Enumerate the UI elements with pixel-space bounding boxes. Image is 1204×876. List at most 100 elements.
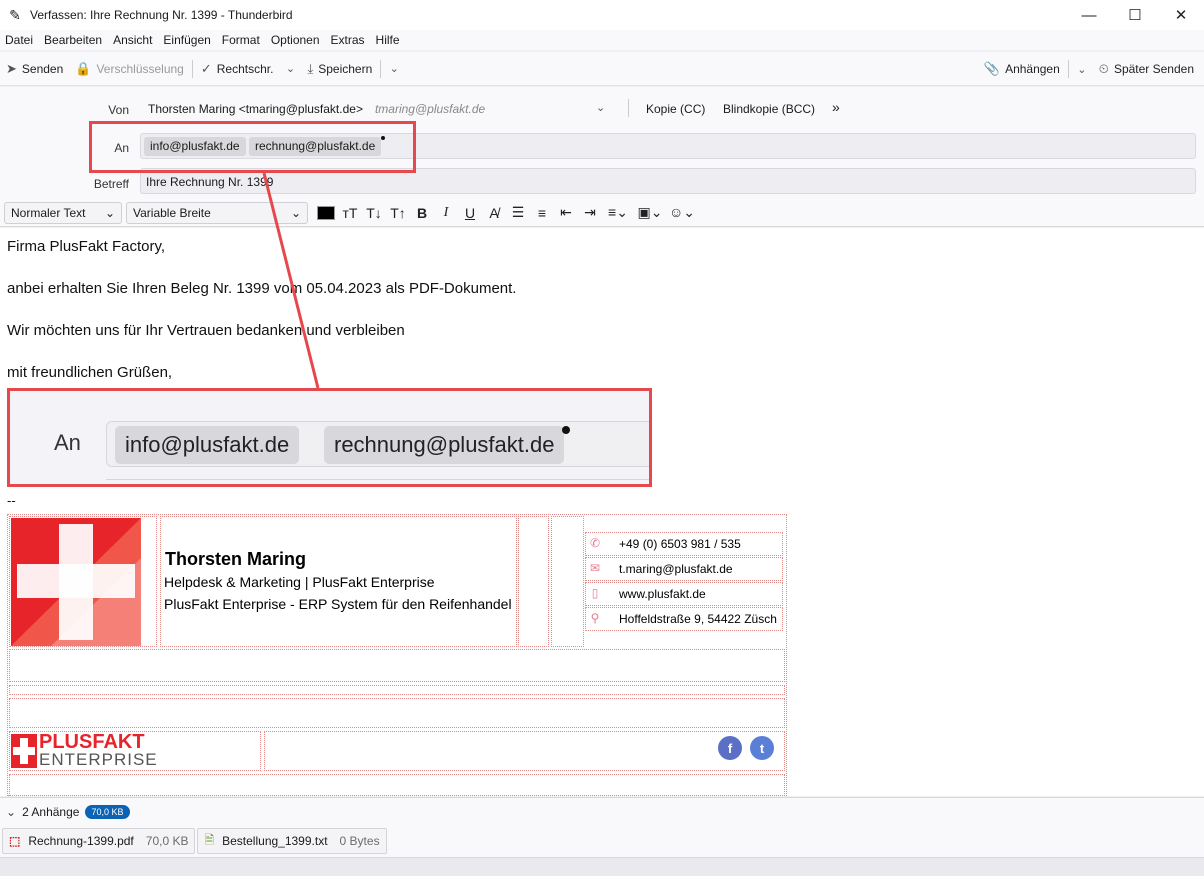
- attachment-list: ⬚ Rechnung-1399.pdf 70,0 KB 🗎 Bestellung…: [0, 825, 1204, 857]
- bullet-list-icon[interactable]: ☰: [506, 202, 530, 224]
- zoom-field-edge: [106, 479, 649, 480]
- bold-icon[interactable]: B: [410, 202, 434, 224]
- menu-optionen[interactable]: Optionen: [271, 33, 320, 47]
- lock-icon: 🔒: [75, 60, 92, 76]
- send-button[interactable]: ➤ Senden: [0, 56, 69, 82]
- signature-phone: +49 (0) 6503 981 / 535: [619, 537, 741, 551]
- mail-icon: ✉: [589, 561, 601, 575]
- swiss-cross-logo: [11, 518, 141, 646]
- signature-company: PlusFakt Enterprise - ERP System für den…: [164, 596, 512, 612]
- spellcheck-button[interactable]: ✓ Rechtschr.: [195, 56, 280, 82]
- from-value: Thorsten Maring <tmaring@plusfakt.de>: [148, 102, 363, 116]
- zoom-to-label: An: [54, 430, 81, 455]
- toolbar-separator: [191, 59, 193, 78]
- save-button[interactable]: ⤓ Speichern: [301, 56, 378, 82]
- spacer-row: [9, 774, 785, 796]
- paperclip-icon: 📎: [983, 61, 1001, 76]
- format-toolbar: Normaler Text ⌄ Variable Breite ⌄ ᴛT T↓ …: [0, 199, 1204, 227]
- body-greeting: Firma PlusFakt Factory,: [7, 238, 166, 255]
- remove-format-icon[interactable]: A̸: [482, 202, 506, 224]
- spacer-row: [9, 698, 785, 728]
- attach-dropdown-icon[interactable]: ⌄: [1071, 56, 1093, 82]
- phone-icon: ✆: [589, 536, 601, 550]
- clock-icon: ⏲: [1098, 61, 1109, 76]
- emoji-icon[interactable]: ☺⌄: [666, 202, 698, 224]
- spellcheck-dropdown-icon[interactable]: ⌄: [279, 56, 301, 82]
- message-body[interactable]: Firma PlusFakt Factory, anbei erhalten S…: [0, 228, 1204, 796]
- outdent-icon[interactable]: ⇤: [554, 202, 578, 224]
- chevron-down-icon: ⌄: [290, 205, 301, 220]
- pdf-icon: ⬚: [9, 834, 21, 848]
- italic-icon[interactable]: I: [434, 202, 458, 224]
- from-label: Von: [108, 103, 129, 117]
- underline-icon[interactable]: U: [458, 202, 482, 224]
- attach-button[interactable]: 📎 Anhängen: [978, 56, 1066, 82]
- zoom-to-field: info@plusfakt.de rechnung@plusfakt.de: [106, 421, 649, 467]
- save-dropdown-icon[interactable]: ⌄: [383, 56, 405, 82]
- signature-role: Helpdesk & Marketing | PlusFakt Enterpri…: [164, 574, 435, 590]
- attachment-item[interactable]: ⬚ Rechnung-1399.pdf 70,0 KB: [2, 828, 196, 854]
- menu-einfuegen[interactable]: Einfügen: [163, 33, 210, 47]
- facebook-icon[interactable]: f: [718, 736, 742, 760]
- cc-button[interactable]: Kopie (CC): [646, 102, 705, 116]
- spacer-row: [9, 685, 785, 695]
- signature-table: Thorsten Maring Helpdesk & Marketing | P…: [7, 514, 787, 796]
- download-icon: ⤓: [307, 60, 314, 76]
- text-color-button[interactable]: [314, 202, 338, 224]
- font-smaller-icon[interactable]: T↓: [362, 202, 386, 224]
- insert-image-icon[interactable]: ▣⌄: [634, 202, 666, 224]
- attachment-item[interactable]: 🗎 Bestellung_1399.txt 0 Bytes: [197, 828, 387, 854]
- menu-bearbeiten[interactable]: Bearbeiten: [44, 33, 102, 47]
- compose-toolbar: ➤ Senden 🔒 Verschlüsselung ✓ Rechtschr. …: [0, 52, 1204, 86]
- subject-label: Betreff: [93, 177, 129, 191]
- attachment-bar[interactable]: ⌄ 2 Anhänge 70,0 KB: [0, 797, 1204, 825]
- text-file-icon: 🗎: [204, 832, 215, 847]
- logo-subtitle: ENTERPRISE: [39, 750, 158, 769]
- small-cross-logo: [11, 734, 37, 768]
- location-pin-icon: ⚲: [590, 611, 600, 625]
- title-bar: ✎ Verfassen: Ihre Rechnung Nr. 1399 - Th…: [0, 0, 1204, 30]
- zoomed-callout: An info@plusfakt.de rechnung@plusfakt.de: [7, 388, 652, 487]
- menu-bar: Datei Bearbeiten Ansicht Einfügen Format…: [0, 30, 1204, 50]
- minimize-button[interactable]: —: [1066, 0, 1112, 30]
- signature-email[interactable]: t.maring@plusfakt.de: [619, 562, 733, 576]
- font-larger-icon[interactable]: T↑: [386, 202, 410, 224]
- menu-extras[interactable]: Extras: [331, 33, 365, 47]
- zoom-recipient-pill: rechnung@plusfakt.de: [324, 426, 571, 464]
- encryption-button[interactable]: 🔒 Verschlüsselung: [69, 56, 190, 82]
- signature-web[interactable]: www.plusfakt.de: [619, 587, 706, 601]
- chevron-down-icon[interactable]: ⌄: [6, 805, 16, 819]
- bcc-button[interactable]: Blindkopie (BCC): [723, 102, 815, 116]
- from-dropdown-icon[interactable]: ⌄: [596, 101, 605, 114]
- font-select[interactable]: Variable Breite ⌄: [126, 201, 308, 224]
- spacer-row: [9, 649, 785, 682]
- paragraph-format-select[interactable]: Normaler Text ⌄: [4, 201, 122, 224]
- font-size-reset-icon[interactable]: ᴛT: [338, 202, 362, 224]
- attachment-count: 2 Anhänge: [22, 804, 80, 819]
- footer-social-cell: [264, 731, 785, 771]
- header-separator: [628, 99, 629, 117]
- menu-ansicht[interactable]: Ansicht: [113, 33, 152, 47]
- from-selector[interactable]: Thorsten Maring <tmaring@plusfakt.de> tm…: [148, 102, 485, 116]
- phone-device-icon: ▯: [591, 586, 599, 600]
- close-button[interactable]: ✕: [1158, 0, 1204, 30]
- attachment-size-badge: 70,0 KB: [85, 804, 130, 819]
- status-bar: [0, 857, 1204, 876]
- menu-format[interactable]: Format: [222, 33, 260, 47]
- dot-icon: [562, 426, 571, 434]
- spellcheck-icon: ✓: [200, 60, 212, 76]
- signature-address: Hoffeldstraße 9, 54422 Züsch: [619, 612, 777, 626]
- twitter-icon[interactable]: t: [750, 736, 774, 760]
- toolbar-separator: [380, 59, 382, 78]
- menu-hilfe[interactable]: Hilfe: [376, 33, 400, 47]
- more-fields-button[interactable]: »: [832, 99, 840, 115]
- signature-separator: --: [7, 493, 16, 508]
- maximize-button[interactable]: ☐: [1112, 0, 1158, 30]
- indent-icon[interactable]: ⇥: [578, 202, 602, 224]
- align-icon[interactable]: ≡⌄: [602, 202, 634, 224]
- send-later-button[interactable]: ⏲ Später Senden: [1093, 56, 1200, 82]
- chevron-down-icon: ⌄: [104, 205, 115, 220]
- menu-datei[interactable]: Datei: [5, 33, 33, 47]
- body-closing: mit freundlichen Grüßen,: [7, 364, 173, 381]
- numbered-list-icon[interactable]: ≡: [530, 202, 554, 224]
